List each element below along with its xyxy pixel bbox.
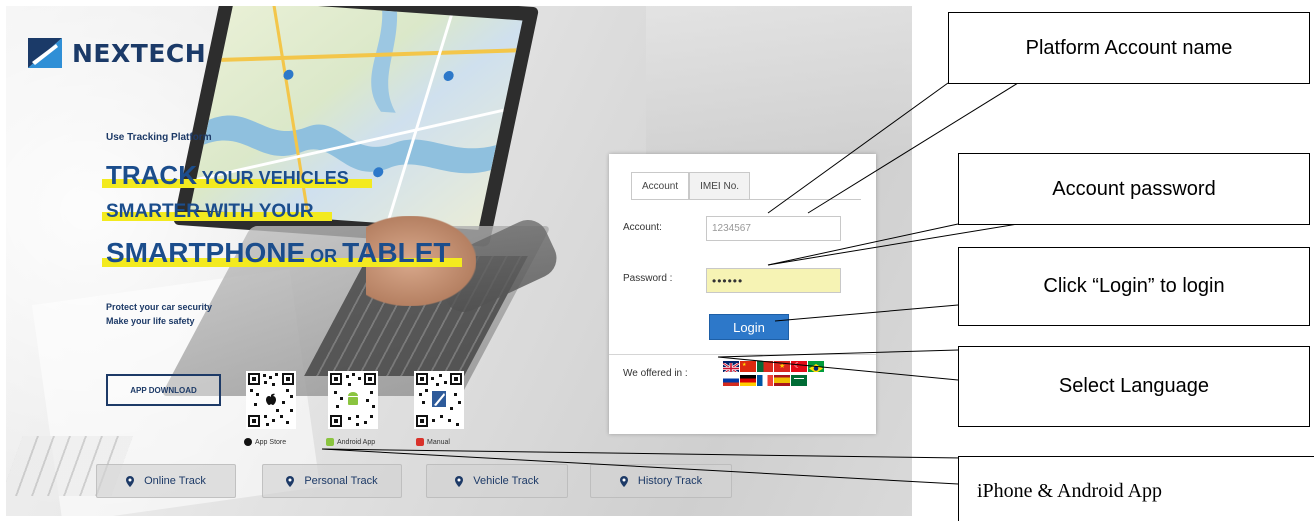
languages-label: We offered in :	[623, 368, 688, 379]
login-button[interactable]: Login	[709, 314, 789, 340]
background-wall	[646, 6, 912, 156]
hero-headline-line2: SMARTER WITH YOUR	[102, 202, 332, 221]
language-flags: ★ ★ ☾	[723, 361, 824, 386]
android-app-caption: Android App	[326, 438, 375, 446]
manual-icon	[416, 438, 424, 446]
tab-account[interactable]: Account	[631, 172, 690, 200]
login-tabs: Account IMEI No.	[631, 172, 751, 200]
panel-separator	[609, 354, 876, 355]
hero-headline-line1: TRACK YOUR VEHICLES	[102, 162, 372, 188]
hero-tagline: Use Tracking Platform	[106, 132, 212, 143]
portugal-flag-icon[interactable]	[757, 361, 773, 372]
hero-headline-line3: SMARTPHONE OR TABLET	[102, 239, 462, 267]
account-input[interactable]: 1234567	[706, 216, 841, 241]
login-panel: Account IMEI No. Account: 1234567 Passwo…	[609, 154, 876, 434]
location-pin-icon	[126, 475, 135, 487]
map-image	[189, 6, 523, 230]
tab-imei[interactable]: IMEI No.	[689, 172, 751, 200]
apple-icon	[244, 438, 252, 446]
account-label: Account:	[623, 222, 662, 233]
callout-account-password: Account password	[958, 153, 1310, 225]
app-store-caption: App Store	[244, 438, 286, 446]
android-app-qr-code[interactable]	[328, 371, 378, 429]
location-pin-icon	[286, 475, 295, 487]
brand-name: NEXTECH	[72, 38, 207, 68]
callout-select-language: Select Language	[958, 346, 1310, 427]
app-download-button[interactable]: APP DOWNLOAD	[106, 374, 221, 406]
manual-caption: Manual	[416, 438, 450, 446]
login-page-screenshot: NEXTECH Use Tracking Platform TRACK YOUR…	[6, 6, 912, 516]
uk-flag-icon[interactable]	[723, 361, 739, 372]
nav-online-track[interactable]: Online Track	[96, 464, 236, 498]
france-flag-icon[interactable]	[757, 375, 773, 386]
manual-qr-code[interactable]	[414, 371, 464, 429]
turkey-flag-icon[interactable]: ☾	[791, 361, 807, 372]
nav-vehicle-track[interactable]: Vehicle Track	[426, 464, 568, 498]
tab-divider	[631, 199, 861, 200]
saudi-arabia-flag-icon[interactable]	[791, 375, 807, 386]
callout-account-name: Platform Account name	[948, 12, 1310, 84]
android-icon	[326, 438, 334, 446]
nav-personal-track[interactable]: Personal Track	[262, 464, 402, 498]
location-pin-icon	[619, 475, 628, 487]
russia-flag-icon[interactable]	[723, 375, 739, 386]
brand-logo[interactable]: NEXTECH	[28, 38, 206, 68]
callout-login: Click “Login” to login	[958, 247, 1310, 326]
location-pin-icon	[455, 475, 464, 487]
nextech-logo-icon	[28, 38, 62, 68]
password-label: Password :	[623, 273, 673, 284]
nav-history-track[interactable]: History Track	[590, 464, 732, 498]
china-flag-icon[interactable]: ★	[740, 361, 756, 372]
germany-flag-icon[interactable]	[740, 375, 756, 386]
brazil-flag-icon[interactable]	[808, 361, 824, 372]
spain-flag-icon[interactable]	[774, 375, 790, 386]
vietnam-flag-icon[interactable]: ★	[774, 361, 790, 372]
callout-apps: iPhone & Android App	[958, 456, 1314, 521]
hero-subtext: Protect your car security Make your life…	[106, 302, 213, 326]
app-store-qr-code[interactable]	[246, 371, 296, 429]
password-input[interactable]: ••••••	[706, 268, 841, 293]
